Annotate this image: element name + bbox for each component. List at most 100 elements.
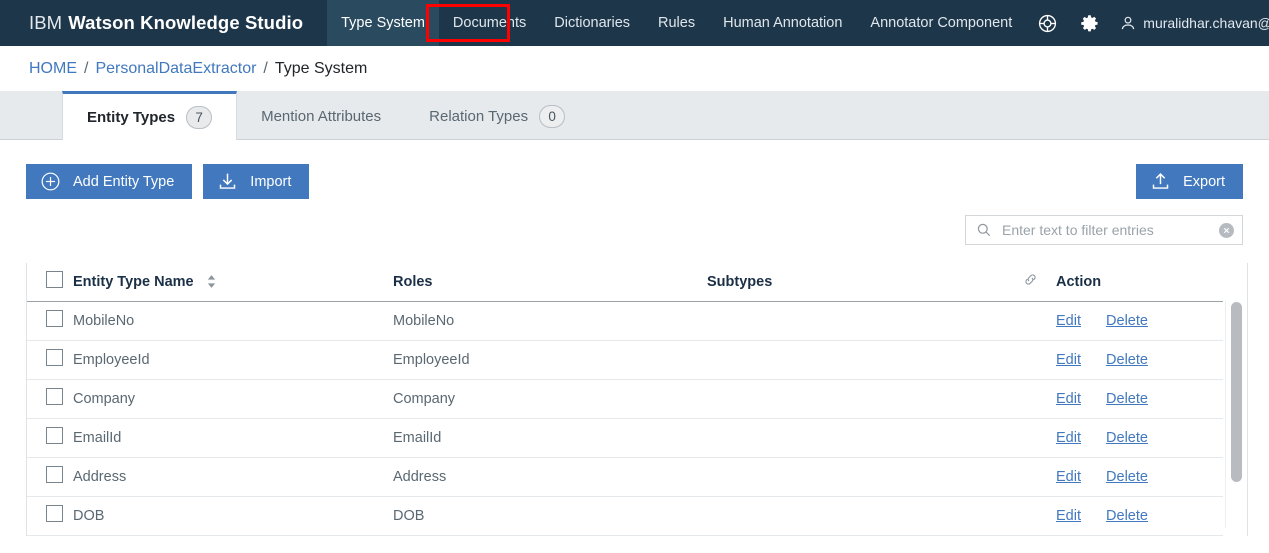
- select-all-header: [27, 263, 73, 302]
- table-row: Company Company Edit Delete: [27, 379, 1223, 419]
- delete-link[interactable]: Delete: [1106, 391, 1148, 407]
- brand-ibm-text: IBM: [29, 12, 63, 33]
- tab-entity-types[interactable]: Entity Types 7: [62, 91, 238, 140]
- clear-search-button[interactable]: [1219, 222, 1234, 238]
- table-row: EmployeeId EmployeeId Edit Delete: [27, 340, 1223, 380]
- table-header-row: Entity Type Name Roles Subtypes Action: [27, 263, 1223, 302]
- cell-roles: DOB: [393, 496, 707, 536]
- cell-subtypes: [707, 301, 1004, 341]
- person-icon: [1120, 15, 1136, 32]
- delete-link[interactable]: Delete: [1106, 430, 1148, 446]
- nav-item-label: Annotator Component: [870, 15, 1013, 31]
- table-header: Entity Type Name Roles Subtypes Action: [27, 263, 1223, 302]
- nav-item-type-system[interactable]: Type System: [327, 0, 439, 46]
- edit-link[interactable]: Edit: [1056, 430, 1081, 446]
- delete-link[interactable]: Delete: [1106, 508, 1148, 524]
- breadcrumb-project-link[interactable]: PersonalDataExtractor: [95, 60, 256, 78]
- breadcrumb-separator: /: [263, 59, 268, 77]
- nav-item-label: Rules: [658, 15, 696, 31]
- nav-item-dictionaries[interactable]: Dictionaries: [540, 0, 644, 46]
- cell-link: [1004, 340, 1056, 380]
- row-checkbox[interactable]: [46, 505, 63, 522]
- top-navigation-bar: IBM Watson Knowledge Studio Type System …: [0, 0, 1269, 46]
- breadcrumb: HOME / PersonalDataExtractor / Type Syst…: [0, 46, 1269, 91]
- tab-label: Relation Types: [429, 108, 529, 125]
- cell-entity-type-name: MobileNo: [73, 301, 393, 341]
- cell-link: [1004, 496, 1056, 536]
- user-email-label: muralidhar.chavan@in.ibm.com: [1143, 15, 1269, 31]
- delete-link[interactable]: Delete: [1106, 352, 1148, 368]
- table-body: MobileNo MobileNo Edit Delete EmployeeId…: [27, 301, 1223, 536]
- tab-mention-attributes[interactable]: Mention Attributes: [237, 91, 405, 139]
- tab-badge-count: 7: [186, 105, 213, 129]
- edit-link[interactable]: Edit: [1056, 352, 1081, 368]
- tab-label: Entity Types: [87, 108, 176, 126]
- tab-badge-count: 0: [539, 105, 566, 128]
- cell-link: [1004, 418, 1056, 458]
- row-checkbox[interactable]: [46, 310, 63, 327]
- row-checkbox[interactable]: [46, 427, 63, 444]
- column-header-roles: Roles: [393, 263, 707, 302]
- row-select-cell: [27, 340, 73, 380]
- help-button[interactable]: [1026, 0, 1068, 46]
- cell-action: Edit Delete: [1056, 496, 1223, 536]
- cell-action: Edit Delete: [1056, 457, 1223, 497]
- column-label: Entity Type Name: [73, 273, 194, 290]
- nav-item-annotator-component[interactable]: Annotator Component: [856, 0, 1026, 46]
- lifebuoy-icon: [1038, 14, 1056, 32]
- column-label: Roles: [393, 273, 433, 290]
- cell-entity-type-name: Company: [73, 379, 393, 419]
- scrollbar-thumb[interactable]: [1231, 302, 1242, 482]
- row-checkbox[interactable]: [46, 466, 63, 483]
- table-row: EmailId EmailId Edit Delete: [27, 418, 1223, 458]
- delete-link[interactable]: Delete: [1106, 313, 1148, 329]
- filter-row: [0, 199, 1269, 245]
- circle-plus-icon: [40, 171, 61, 192]
- filter-search-box[interactable]: [965, 215, 1243, 245]
- add-entity-type-label: Add Entity Type: [73, 173, 175, 190]
- row-select-cell: [27, 301, 73, 341]
- search-input[interactable]: [1002, 222, 1219, 238]
- export-button[interactable]: Export: [1136, 164, 1243, 199]
- cell-action: Edit Delete: [1056, 340, 1223, 380]
- add-entity-type-button[interactable]: Add Entity Type: [26, 164, 193, 199]
- edit-link[interactable]: Edit: [1056, 313, 1081, 329]
- gear-icon: [1081, 14, 1098, 31]
- row-checkbox[interactable]: [46, 388, 63, 405]
- cell-roles: Address: [393, 457, 707, 497]
- sort-arrows-icon[interactable]: [206, 274, 217, 289]
- cell-subtypes: [707, 496, 1004, 536]
- cell-entity-type-name: DOB: [73, 496, 393, 536]
- cell-action: Edit Delete: [1056, 418, 1223, 458]
- settings-button[interactable]: [1068, 0, 1110, 46]
- import-button[interactable]: Import: [203, 164, 310, 199]
- nav-item-human-annotation[interactable]: Human Annotation: [709, 0, 856, 46]
- tab-relation-types[interactable]: Relation Types 0: [405, 91, 589, 139]
- table-vertical-scrollbar[interactable]: [1225, 301, 1246, 528]
- cell-link: [1004, 301, 1056, 341]
- column-header-entity-type-name[interactable]: Entity Type Name: [73, 263, 393, 302]
- edit-link[interactable]: Edit: [1056, 469, 1081, 485]
- search-icon: [976, 222, 992, 238]
- nav-item-label: Human Annotation: [723, 15, 843, 31]
- edit-link[interactable]: Edit: [1056, 391, 1081, 407]
- column-header-link: [1004, 263, 1056, 302]
- edit-link[interactable]: Edit: [1056, 508, 1081, 524]
- cell-subtypes: [707, 457, 1004, 497]
- nav-item-label: Documents: [452, 15, 527, 31]
- row-checkbox[interactable]: [46, 349, 63, 366]
- nav-item-rules[interactable]: Rules: [644, 0, 709, 46]
- cell-roles: MobileNo: [393, 301, 707, 341]
- nav-item-label: Dictionaries: [554, 15, 631, 31]
- main-nav-items: Type System Documents Dictionaries Rules…: [327, 0, 1026, 46]
- tab-label: Mention Attributes: [261, 108, 382, 125]
- select-all-checkbox[interactable]: [46, 271, 63, 289]
- nav-item-documents[interactable]: Documents: [439, 0, 540, 46]
- user-account-menu[interactable]: muralidhar.chavan@in.ibm.com: [1110, 15, 1269, 32]
- cell-roles: EmployeeId: [393, 340, 707, 380]
- table-row: DOB DOB Edit Delete: [27, 496, 1223, 536]
- column-label: Action: [1056, 273, 1102, 290]
- breadcrumb-home-link[interactable]: HOME: [29, 60, 77, 78]
- cell-entity-type-name: EmployeeId: [73, 340, 393, 380]
- delete-link[interactable]: Delete: [1106, 469, 1148, 485]
